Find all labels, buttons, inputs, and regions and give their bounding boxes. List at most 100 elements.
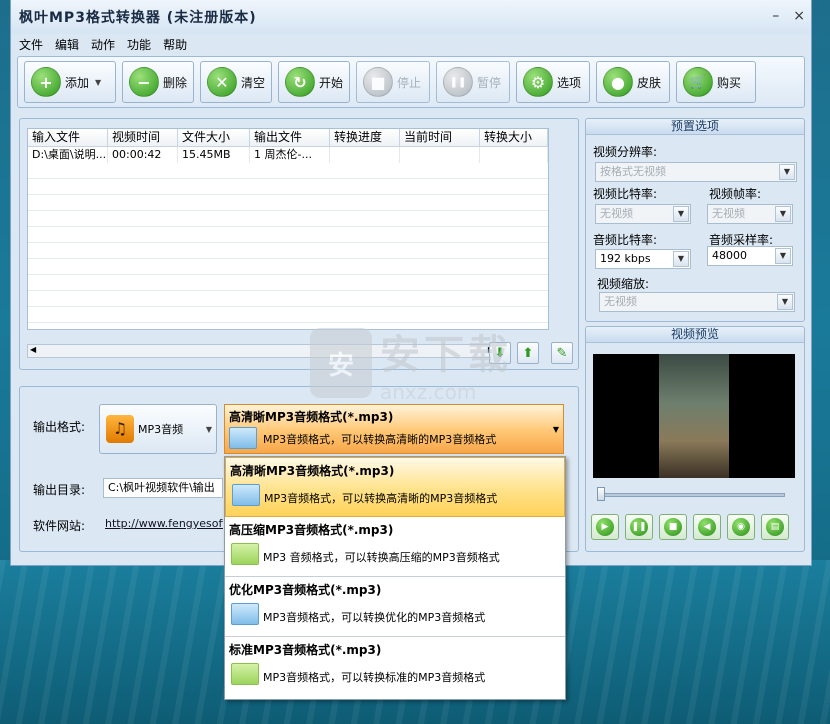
list-grid bbox=[28, 163, 548, 329]
column-header[interactable]: 转换进度 bbox=[330, 129, 400, 146]
chevron-down-icon: ▼ bbox=[779, 164, 795, 180]
delete-button[interactable]: − 删除 bbox=[122, 61, 194, 103]
format-option-compressed[interactable]: 高压缩MP3音频格式(*.mp3) MP3 音频格式，可以转换高压缩的MP3音频… bbox=[225, 517, 565, 577]
play-button[interactable]: ▶ bbox=[591, 514, 619, 540]
option-desc: MP3音频格式，可以转换优化的MP3音频格式 bbox=[263, 611, 486, 624]
output-dir-label: 输出目录: bbox=[33, 483, 86, 497]
format-category-label: MP3音频 bbox=[138, 423, 184, 436]
snapshot-button[interactable]: ◉ bbox=[727, 514, 755, 540]
chevron-down-icon: ▼ bbox=[673, 251, 689, 267]
pause-icon: ❚❚ bbox=[630, 518, 648, 536]
table-cell: 00:00:42 bbox=[108, 147, 178, 163]
title-bar: 枫叶MP3格式转换器 (未注册版本) – × bbox=[11, 0, 811, 34]
menu-function[interactable]: 功能 bbox=[127, 36, 151, 53]
format-category-button[interactable]: ♫ MP3音频 ▼ bbox=[99, 404, 217, 454]
open-folder-button[interactable]: ▤ bbox=[761, 514, 789, 540]
output-dir-input[interactable]: C:\枫叶视频软件\输出 bbox=[103, 478, 223, 498]
scroll-left-icon[interactable]: ◀ bbox=[30, 345, 36, 354]
video-bitrate-select[interactable]: 无视频 ▼ bbox=[595, 204, 691, 224]
seek-handle[interactable] bbox=[597, 487, 605, 501]
table-cell bbox=[400, 147, 480, 163]
buy-button[interactable]: 🛒 购买 bbox=[676, 61, 756, 103]
preset-title: 预置选项 bbox=[586, 119, 804, 135]
option-desc: MP3 音频格式，可以转换高压缩的MP3音频格式 bbox=[263, 551, 500, 564]
minimize-button[interactable]: – bbox=[772, 8, 779, 24]
format-select[interactable]: 高清晰MP3音频格式(*.mp3) MP3音频格式，可以转换高清晰的MP3音频格… bbox=[224, 404, 564, 454]
menu-action[interactable]: 动作 bbox=[91, 36, 115, 53]
resolution-select[interactable]: 按格式无视频 ▼ bbox=[595, 162, 797, 182]
video-zoom-value: 无视频 bbox=[604, 295, 637, 308]
column-header[interactable]: 输出文件 bbox=[250, 129, 330, 146]
column-header[interactable]: 文件大小 bbox=[178, 129, 250, 146]
stop-icon: ■ bbox=[363, 67, 393, 97]
option-title: 高清晰MP3音频格式(*.mp3) bbox=[230, 464, 395, 478]
format-option-optimized[interactable]: 优化MP3音频格式(*.mp3) MP3音频格式，可以转换优化的MP3音频格式 bbox=[225, 577, 565, 637]
table-cell: 1 周杰伦-... bbox=[250, 147, 330, 163]
chevron-down-icon: ▼ bbox=[777, 294, 793, 310]
chevron-down-icon[interactable]: ▼ bbox=[95, 78, 101, 87]
column-header[interactable]: 视频时间 bbox=[108, 129, 178, 146]
pause-button[interactable]: ❚❚ 暂停 bbox=[436, 61, 510, 103]
chevron-down-icon: ▼ bbox=[775, 248, 791, 264]
format-option-hq[interactable]: 高清晰MP3音频格式(*.mp3) MP3音频格式，可以转换高清晰的MP3音频格… bbox=[225, 457, 565, 517]
sample-rate-value: 48000 bbox=[712, 249, 747, 262]
video-zoom-select[interactable]: 无视频 ▼ bbox=[599, 292, 795, 312]
column-header[interactable]: 当前时间 bbox=[400, 129, 480, 146]
column-header[interactable]: 输入文件 bbox=[28, 129, 108, 146]
folder-icon bbox=[229, 427, 257, 449]
move-up-button[interactable]: ⬆ bbox=[517, 342, 539, 364]
folder-icon bbox=[231, 543, 259, 565]
website-link[interactable]: http://www.fengyesoft.c bbox=[105, 517, 223, 530]
fps-select[interactable]: 无视频 ▼ bbox=[707, 204, 793, 224]
format-option-standard[interactable]: 标准MP3音频格式(*.mp3) MP3音频格式，可以转换标准的MP3音频格式 bbox=[225, 637, 565, 697]
clear-label: 清空 bbox=[241, 75, 266, 90]
preview-title: 视频预览 bbox=[586, 327, 804, 343]
window-title: 枫叶MP3格式转换器 (未注册版本) bbox=[19, 10, 257, 26]
add-button[interactable]: + 添加 ▼ bbox=[24, 61, 116, 103]
start-label: 开始 bbox=[319, 75, 344, 90]
apple-icon: ● bbox=[603, 67, 633, 97]
audio-bitrate-select[interactable]: 192 kbps ▼ bbox=[595, 249, 691, 269]
volume-icon: ◀ bbox=[698, 518, 716, 536]
video-zoom-label: 视频缩放: bbox=[597, 277, 650, 291]
clear-icon: ✕ bbox=[207, 67, 237, 97]
option-desc: MP3音频格式，可以转换高清晰的MP3音频格式 bbox=[264, 492, 498, 505]
watermark-url: anxz.com bbox=[380, 380, 477, 404]
resolution-label: 视频分辨率: bbox=[593, 145, 658, 159]
menu-file[interactable]: 文件 bbox=[19, 36, 43, 53]
seek-bar[interactable] bbox=[599, 493, 785, 497]
menu-help[interactable]: 帮助 bbox=[163, 36, 187, 53]
folder-icon: ▤ bbox=[766, 518, 784, 536]
table-cell: 15.45MB bbox=[178, 147, 250, 163]
play-icon: ▶ bbox=[596, 518, 614, 536]
table-row[interactable]: D:\桌面\说明... 00:00:42 15.45MB 1 周杰伦-... bbox=[28, 147, 548, 163]
options-icon: ⚙ bbox=[523, 67, 553, 97]
pause-icon: ❚❚ bbox=[443, 67, 473, 97]
menu-edit[interactable]: 编辑 bbox=[55, 36, 79, 53]
close-button[interactable]: × bbox=[793, 8, 805, 24]
format-select-desc: MP3音频格式，可以转换高清晰的MP3音频格式 bbox=[263, 433, 497, 446]
column-header[interactable]: 转换大小 bbox=[480, 129, 548, 146]
folder-icon bbox=[231, 663, 259, 685]
audio-bitrate-value: 192 kbps bbox=[600, 252, 651, 265]
preview-stop-button[interactable]: ■ bbox=[659, 514, 687, 540]
options-button[interactable]: ⚙ 选项 bbox=[516, 61, 590, 103]
refresh-icon: ↻ bbox=[285, 67, 315, 97]
option-title: 标准MP3音频格式(*.mp3) bbox=[229, 643, 382, 657]
edit-button[interactable]: ✎ bbox=[551, 342, 573, 364]
edit-icon: ✎ bbox=[556, 345, 568, 361]
skin-button[interactable]: ● 皮肤 bbox=[596, 61, 670, 103]
volume-button[interactable]: ◀ bbox=[693, 514, 721, 540]
chevron-down-icon: ▼ bbox=[673, 206, 689, 222]
preview-pause-button[interactable]: ❚❚ bbox=[625, 514, 653, 540]
sample-rate-select[interactable]: 48000 ▼ bbox=[707, 246, 793, 266]
stop-icon: ■ bbox=[664, 518, 682, 536]
skin-label: 皮肤 bbox=[637, 75, 662, 90]
start-button[interactable]: ↻ 开始 bbox=[278, 61, 350, 103]
format-select-title: 高清晰MP3音频格式(*.mp3) bbox=[229, 410, 394, 424]
options-label: 选项 bbox=[557, 75, 582, 90]
stop-button[interactable]: ■ 停止 bbox=[356, 61, 430, 103]
chevron-down-icon: ▼ bbox=[552, 425, 559, 434]
file-list[interactable]: 输入文件 视频时间 文件大小 输出文件 转换进度 当前时间 转换大小 D:\桌面… bbox=[27, 128, 549, 330]
clear-button[interactable]: ✕ 清空 bbox=[200, 61, 272, 103]
